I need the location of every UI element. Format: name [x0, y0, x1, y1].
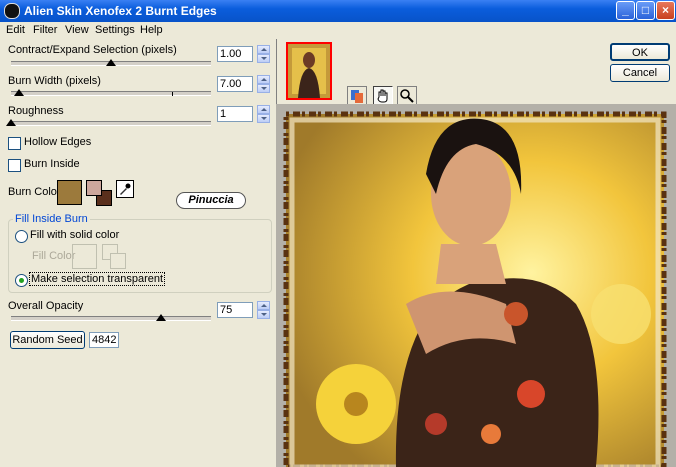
spin-down-icon[interactable] — [257, 54, 270, 63]
contract-slider-thumb[interactable] — [106, 59, 116, 66]
window-title: Alien Skin Xenofex 2 Burnt Edges — [24, 4, 217, 18]
eyedropper-button[interactable] — [116, 180, 134, 198]
menu-view[interactable]: View — [65, 24, 89, 36]
burn-inside-checkbox[interactable] — [8, 159, 21, 172]
controls-panel: Contract/Expand Selection (pixels) 1.00 … — [0, 39, 276, 467]
hand-icon — [377, 89, 388, 103]
fill-back-swatch — [110, 253, 126, 269]
hollow-edges-checkbox[interactable] — [8, 137, 21, 150]
burn-width-slider-thumb[interactable] — [14, 89, 24, 96]
fill-color-label: Fill Color — [32, 250, 76, 262]
make-transparent-radio[interactable] — [15, 274, 28, 287]
fill-color-swatch — [72, 244, 97, 269]
roughness-input[interactable]: 1 — [217, 106, 253, 122]
fill-solid-label[interactable]: Fill with solid color — [30, 229, 119, 241]
close-button[interactable]: × — [656, 1, 675, 20]
slider-tick — [172, 92, 173, 96]
compare-tool-button[interactable] — [347, 86, 367, 106]
make-transparent-label[interactable]: Make selection transparent — [29, 272, 166, 286]
contract-label: Contract/Expand Selection (pixels) — [8, 44, 177, 56]
spin-up-icon[interactable] — [257, 301, 270, 310]
preview-compare-icon — [351, 90, 363, 103]
title-bar: Alien Skin Xenofex 2 Burnt Edges _ □ × — [0, 0, 676, 22]
menu-bar: Edit Filter View Settings Help — [0, 22, 676, 39]
roughness-slider-track[interactable] — [11, 121, 211, 126]
minimize-icon: _ — [622, 3, 629, 17]
hand-tool-button[interactable] — [373, 86, 393, 106]
minimize-button[interactable]: _ — [616, 1, 635, 20]
fill-solid-radio[interactable] — [15, 230, 28, 243]
roughness-slider-thumb[interactable] — [6, 119, 16, 126]
burn-width-slider-track[interactable] — [11, 91, 211, 96]
random-seed-input[interactable]: 4842 — [89, 332, 119, 348]
opacity-slider-track[interactable] — [11, 316, 211, 321]
spin-up-icon[interactable] — [257, 45, 270, 54]
menu-edit[interactable]: Edit — [6, 24, 25, 36]
app-icon[interactable] — [4, 3, 20, 19]
ok-button[interactable]: OK — [610, 43, 670, 61]
roughness-spinner[interactable] — [257, 105, 270, 123]
spin-down-icon[interactable] — [257, 310, 270, 319]
burn-inside-label[interactable]: Burn Inside — [24, 158, 80, 170]
menu-help[interactable]: Help — [140, 24, 163, 36]
eyedropper-icon — [120, 183, 131, 195]
spin-up-icon[interactable] — [257, 105, 270, 114]
zoom-icon — [400, 89, 414, 103]
maximize-icon: □ — [641, 3, 650, 17]
roughness-label: Roughness — [8, 105, 64, 117]
foreground-color-swatch[interactable] — [86, 180, 102, 196]
spin-up-icon[interactable] — [257, 75, 270, 84]
opacity-slider-thumb[interactable] — [156, 314, 166, 321]
thumbnail-image — [288, 44, 330, 98]
burn-color-label: Burn Color — [8, 186, 61, 198]
opacity-input[interactable]: 75 — [217, 302, 253, 318]
burn-width-label: Burn Width (pixels) — [8, 75, 101, 87]
menu-settings[interactable]: Settings — [95, 24, 135, 36]
hollow-edges-label[interactable]: Hollow Edges — [24, 136, 91, 148]
opacity-label: Overall Opacity — [8, 300, 84, 312]
watermark-logo: Pinuccia — [176, 192, 246, 209]
random-seed-button[interactable]: Random Seed — [10, 331, 85, 349]
preview-pane[interactable] — [276, 104, 676, 467]
fill-inside-burn-title: Fill Inside Burn — [13, 213, 90, 225]
contract-spinner[interactable] — [257, 45, 270, 63]
maximize-button[interactable]: □ — [636, 1, 655, 20]
burn-width-input[interactable]: 7.00 — [217, 76, 253, 92]
spin-down-icon[interactable] — [257, 114, 270, 123]
contract-input[interactable]: 1.00 — [217, 46, 253, 62]
close-icon: × — [661, 3, 669, 17]
opacity-spinner[interactable] — [257, 301, 270, 319]
burn-width-spinner[interactable] — [257, 75, 270, 93]
spin-down-icon[interactable] — [257, 84, 270, 93]
preview-image — [276, 104, 676, 467]
cancel-button[interactable]: Cancel — [610, 64, 670, 82]
menu-filter[interactable]: Filter — [33, 24, 57, 36]
preview-thumbnail[interactable] — [286, 42, 332, 100]
zoom-tool-button[interactable] — [397, 86, 417, 106]
burn-color-swatch[interactable] — [57, 180, 82, 205]
